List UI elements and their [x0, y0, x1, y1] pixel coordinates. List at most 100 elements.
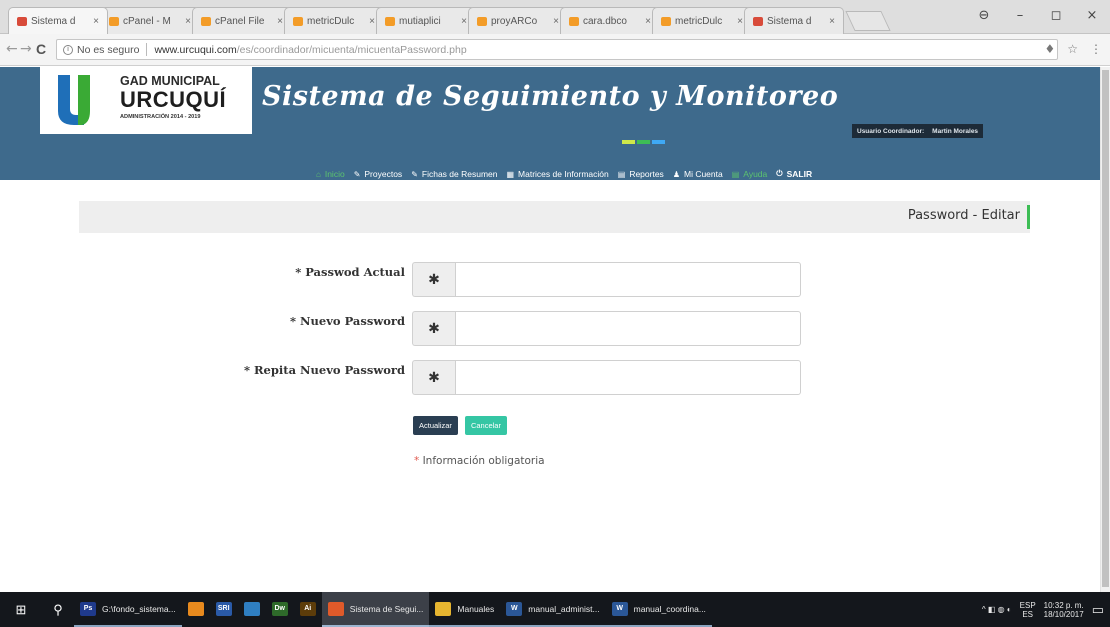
- url-host: www.urcuqui.com: [154, 43, 237, 56]
- maximize-button[interactable]: ◻: [1038, 8, 1074, 23]
- nav-item-ayuda[interactable]: ▤ Ayuda: [732, 169, 768, 179]
- start-button[interactable]: ⊞: [0, 592, 42, 627]
- tab-title: mutiaplici: [399, 15, 441, 27]
- power-icon: ⏻: [776, 169, 783, 178]
- menu-icon[interactable]: ⋮: [1090, 42, 1102, 56]
- tab-close-icon[interactable]: ×: [645, 16, 651, 27]
- repeat-password-input[interactable]: [455, 360, 801, 395]
- language-indicator[interactable]: ESP ES: [1020, 601, 1036, 619]
- nav-item-fichas-de-resumen[interactable]: ✎ Fichas de Resumen: [411, 169, 497, 179]
- app-label: Manuales: [457, 603, 495, 614]
- browser-tab[interactable]: Sistema d ×: [8, 7, 108, 34]
- browser-tab[interactable]: metricDulc ×: [284, 7, 384, 34]
- url-bar[interactable]: i No es seguro www.urcuqui.com/es/coordi…: [56, 39, 1058, 60]
- tab-close-icon[interactable]: ×: [553, 16, 559, 27]
- search-icon[interactable]: ⚲: [42, 602, 74, 618]
- app-label: manual_coordina...: [633, 603, 706, 614]
- app-icon: W: [506, 601, 523, 616]
- reload-button[interactable]: C: [36, 41, 46, 57]
- home-icon: ⌂: [316, 169, 321, 179]
- browser-tab[interactable]: metricDulc ×: [652, 7, 752, 34]
- browser-tab[interactable]: mutiaplici ×: [376, 7, 476, 34]
- scrollbar-thumb[interactable]: [1102, 70, 1109, 587]
- app-icon: [327, 601, 344, 616]
- browser-tab[interactable]: cPanel - M ×: [100, 7, 200, 34]
- tab-title: metricDulc: [307, 15, 355, 27]
- nav-item-salir[interactable]: ⏻ SALIR: [776, 169, 812, 179]
- taskbar-app[interactable]: SRI: [210, 592, 238, 627]
- extension-icon[interactable]: ♦: [1044, 42, 1055, 56]
- tab-title: Sistema d: [31, 15, 76, 27]
- new-password-label: * Nuevo Password: [290, 314, 405, 328]
- system-tray: ^ ◧ ◍ ◐ ESP ES 10:32 p. m. 18/10/2017 ▭: [982, 601, 1110, 619]
- taskbar-app[interactable]: Sistema de Segui...: [321, 592, 430, 627]
- tray-icons[interactable]: ^ ◧ ◍ ◐: [982, 605, 1012, 614]
- nav-item-inicio[interactable]: ⌂ Inicio: [316, 169, 345, 179]
- tab-close-icon[interactable]: ×: [185, 16, 191, 27]
- nav-item-proyectos[interactable]: ✎ Proyectos: [354, 169, 403, 179]
- taskbar-app[interactable]: Wmanual_administ...: [500, 592, 606, 627]
- tab-close-icon[interactable]: ×: [737, 16, 743, 27]
- minimize-button[interactable]: –: [1002, 8, 1038, 23]
- new-password-input[interactable]: [455, 311, 801, 346]
- app-icon: SRI: [215, 601, 232, 616]
- tab-close-icon[interactable]: ×: [369, 16, 375, 27]
- browser-tab[interactable]: Sistema d ×: [744, 7, 844, 34]
- user-name: Martin Morales: [932, 127, 979, 135]
- nav-item-mi-cuenta[interactable]: ♟ Mi Cuenta: [673, 169, 723, 179]
- app-icon: W: [611, 601, 628, 616]
- bookmark-star-icon[interactable]: ☆: [1067, 42, 1078, 56]
- pencil-icon: ✎: [411, 169, 418, 179]
- favicon-icon: [477, 16, 487, 26]
- taskbar-app[interactable]: Ps G:\fondo_sistema...: [74, 592, 182, 627]
- profile-icon[interactable]: ⊖: [966, 8, 1002, 23]
- logo[interactable]: GAD MUNICIPAL URCUQUÍ ADMINISTRACIÓN 201…: [40, 67, 252, 134]
- current-password-input[interactable]: [455, 262, 801, 297]
- update-button[interactable]: Actualizar: [413, 416, 458, 435]
- new-tab-button[interactable]: [845, 11, 891, 31]
- tab-close-icon[interactable]: ×: [461, 16, 467, 27]
- page-title-bar: Password - Editar: [79, 201, 1030, 233]
- back-button[interactable]: ←: [6, 41, 18, 57]
- form-row-new-password: * Nuevo Password ✱: [0, 310, 810, 348]
- taskbar-app[interactable]: [238, 592, 266, 627]
- security-label: No es seguro: [77, 43, 140, 56]
- browser-tab[interactable]: cara.dbco ×: [560, 7, 660, 34]
- tab-close-icon[interactable]: ×: [829, 16, 835, 27]
- nav-label: Fichas de Resumen: [421, 169, 498, 179]
- taskbar-app[interactable]: Dw: [266, 592, 294, 627]
- tab-title: cara.dbco: [583, 15, 627, 27]
- window-controls: ⊖ – ◻ ×: [966, 0, 1110, 30]
- taskbar-app[interactable]: [182, 592, 210, 627]
- nav-item-reportes[interactable]: ▤ Reportes: [618, 169, 664, 179]
- notification-icon[interactable]: ▭: [1092, 602, 1104, 618]
- tab-close-icon[interactable]: ×: [93, 16, 99, 27]
- browser-tab[interactable]: proyARCo ×: [468, 7, 568, 34]
- app-header: GAD MUNICIPAL URCUQUÍ ADMINISTRACIÓN 201…: [0, 67, 1100, 180]
- page-scrollbar[interactable]: [1100, 67, 1110, 592]
- taskbar-app[interactable]: Wmanual_coordina...: [605, 592, 712, 627]
- nav-label: Inicio: [324, 169, 345, 179]
- form-row-repeat-password: * Repita Nuevo Password ✱: [0, 359, 810, 397]
- favicon-icon: [109, 16, 119, 26]
- clock[interactable]: 10:32 p. m. 18/10/2017: [1044, 601, 1084, 619]
- cancel-button[interactable]: Cancelar: [464, 416, 507, 435]
- favicon-icon: [293, 16, 303, 26]
- main-content: Password - Editar * Passwod Actual ✱ * N…: [0, 180, 1100, 592]
- nav-item-matrices-de-informaci-n[interactable]: ▦ Matrices de Información: [506, 169, 608, 179]
- tab-close-icon[interactable]: ×: [277, 16, 283, 27]
- file-icon: ▤: [617, 169, 626, 179]
- title-accent: [1027, 205, 1030, 229]
- app-icon: Dw: [271, 601, 288, 616]
- forward-button[interactable]: →: [20, 41, 32, 57]
- close-window-button[interactable]: ×: [1074, 8, 1110, 23]
- favicon-icon: [753, 16, 763, 26]
- tab-strip: Sistema d × cPanel - M × cPanel File × metricD…: [8, 7, 891, 34]
- user-role-label: Usuario Coordinador:: [857, 127, 925, 135]
- logo-line2: URCUQUÍ: [120, 87, 227, 112]
- info-icon[interactable]: i: [63, 44, 73, 55]
- calendar-icon: ▦: [506, 169, 515, 179]
- browser-tab[interactable]: cPanel File ×: [192, 7, 292, 34]
- taskbar-app[interactable]: Ai: [294, 592, 322, 627]
- taskbar-app[interactable]: Manuales: [429, 592, 501, 627]
